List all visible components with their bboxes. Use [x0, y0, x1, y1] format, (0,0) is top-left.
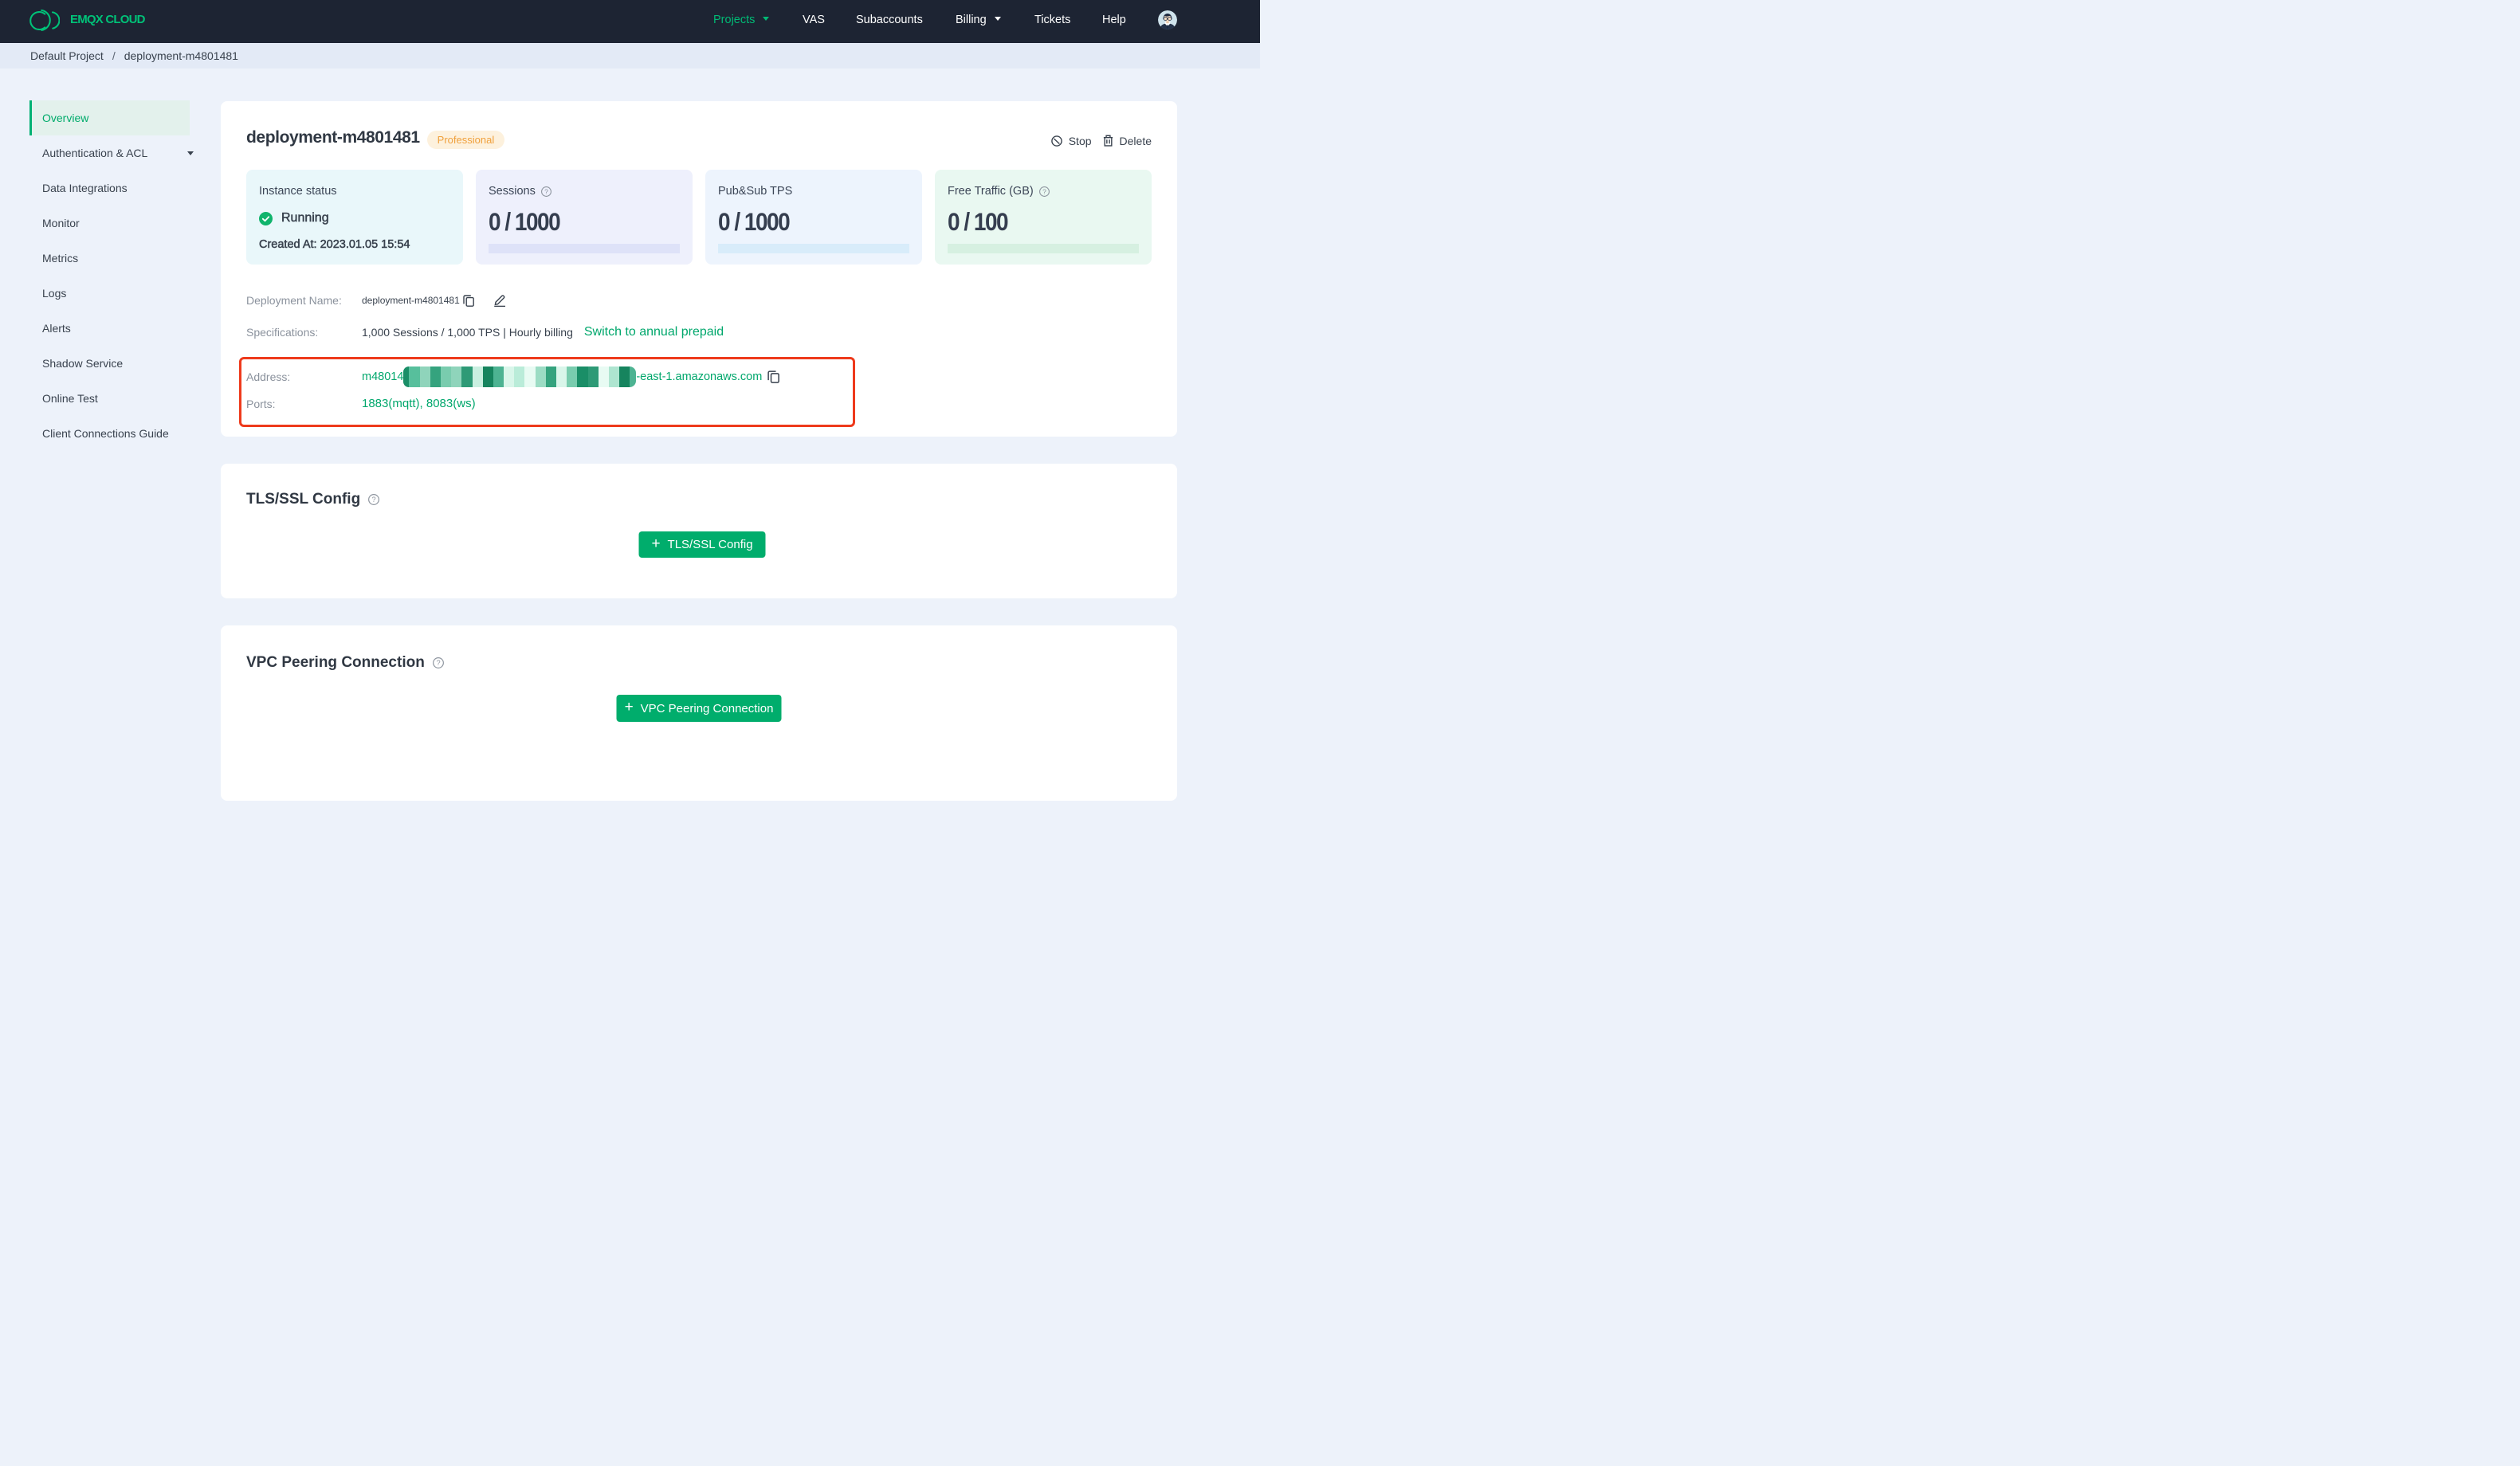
svg-text:?: ?	[436, 659, 440, 667]
svg-text:?: ?	[372, 496, 376, 504]
svg-text:?: ?	[544, 187, 548, 195]
svg-text:?: ?	[1042, 187, 1046, 195]
